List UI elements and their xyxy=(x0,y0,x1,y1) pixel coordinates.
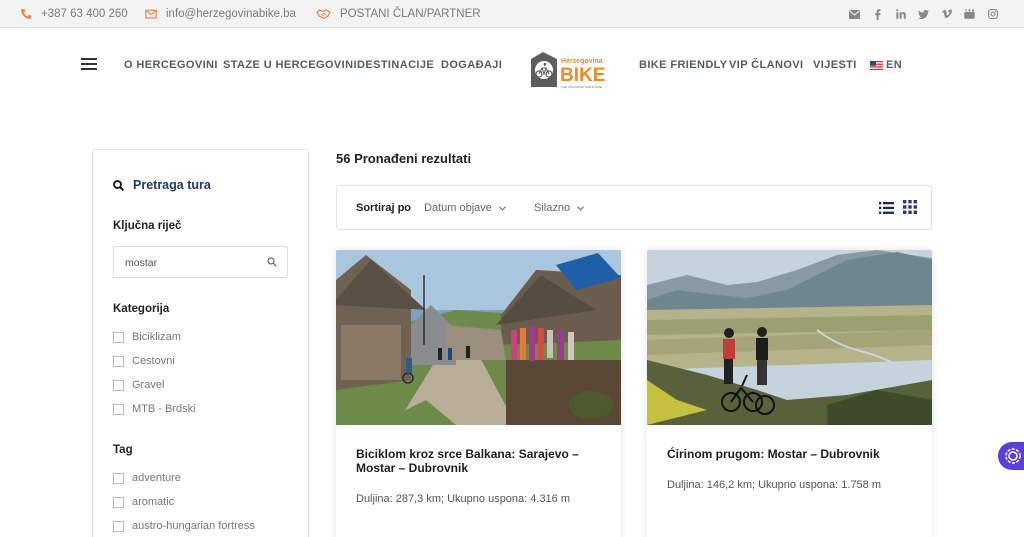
language-switch[interactable]: EN xyxy=(870,59,902,71)
nav-item-destinacije[interactable]: DESTINACIJE xyxy=(357,59,434,71)
logo-text-top: Herzegovina xyxy=(561,58,603,65)
checkbox[interactable] xyxy=(113,379,124,391)
keyword-label: Ključna riječ xyxy=(113,220,182,232)
sort-by-dropdown[interactable]: Datum objave xyxy=(424,202,506,214)
tag-label: Tag xyxy=(113,444,133,456)
linkedin-icon[interactable] xyxy=(889,8,912,20)
email-link[interactable]: info@herzegovinabike.ba xyxy=(145,8,296,20)
envelope-icon xyxy=(145,9,157,19)
checkbox-label: adventure xyxy=(132,472,181,484)
email-text: info@herzegovinabike.ba xyxy=(166,8,296,20)
category-checkbox-mtb[interactable]: MTB - Brdski xyxy=(113,403,196,415)
checkbox-label: Gravel xyxy=(132,379,165,391)
tour-title[interactable]: Ćirinom prugom: Mostar – Dubrovnik xyxy=(667,447,917,461)
nav-item-o-hercegovini[interactable]: O HERCEGOVINI xyxy=(124,59,218,71)
us-flag-icon xyxy=(870,60,883,70)
phone-icon xyxy=(21,9,31,19)
phone-text: +387 63 400 260 xyxy=(41,8,128,20)
checkbox-label: Cestovni xyxy=(132,355,175,367)
sort-bar: Sortiraj po Datum objave Silazno xyxy=(336,185,932,230)
checkbox[interactable] xyxy=(113,331,124,343)
main-nav: O HERCEGOVINI STAZE U HERCEGOVINI DESTIN… xyxy=(0,29,1024,101)
nav-item-dogadaji[interactable]: DOGAĐAJI xyxy=(441,59,502,71)
tag-checkbox-adventure[interactable]: adventure xyxy=(113,472,181,484)
sidebar-title: Pretraga tura xyxy=(113,178,211,192)
tour-stats: Duljina: 287,3 km; Ukupno uspona: 4.316 … xyxy=(356,493,571,505)
checkbox[interactable] xyxy=(113,496,124,508)
logo-tagline: THE UNFORGETTABLE RIDE xyxy=(561,85,602,89)
language-label: EN xyxy=(886,59,903,71)
checkbox-label: austro-hungarian fortress xyxy=(132,520,255,532)
handshake-icon xyxy=(316,9,331,20)
logo-text-main: BIKE xyxy=(560,65,605,86)
envelope-icon[interactable] xyxy=(843,8,866,20)
keyword-input-value: mostar xyxy=(125,257,158,269)
nav-item-vijesti[interactable]: VIJESTI xyxy=(813,59,857,71)
sidebar-title-text: Pretraga tura xyxy=(133,178,211,192)
hamburger-menu-icon[interactable] xyxy=(81,58,97,70)
instagram-icon[interactable] xyxy=(981,8,1004,20)
chevron-down-icon xyxy=(498,205,506,211)
tour-image-village[interactable] xyxy=(336,250,621,425)
tag-checkbox-aromatic[interactable]: aromatic xyxy=(113,496,174,508)
tour-card[interactable]: Biciklom kroz srce Balkana: Sarajevo – M… xyxy=(336,250,621,537)
category-label: Kategorija xyxy=(113,303,170,315)
sort-order-dropdown[interactable]: Silazno xyxy=(534,202,584,214)
vimeo-icon[interactable] xyxy=(935,8,958,20)
checkbox-label: MTB - Brdski xyxy=(132,403,196,415)
tag-checkbox-austro-hungarian[interactable]: austro-hungarian fortress xyxy=(113,520,255,532)
grid-view-icon[interactable] xyxy=(903,200,917,214)
accessibility-button[interactable] xyxy=(998,442,1024,470)
partner-text: POSTANI ČLAN/PARTNER xyxy=(340,8,481,20)
tour-image-valley[interactable] xyxy=(647,250,932,425)
search-icon xyxy=(113,179,124,191)
checkbox[interactable] xyxy=(113,403,124,415)
category-checkbox-cestovni[interactable]: Cestovni xyxy=(113,355,175,367)
sort-order-value: Silazno xyxy=(534,202,571,214)
social-links xyxy=(843,8,1004,20)
nav-item-bike-friendly[interactable]: BIKE FRIENDLY xyxy=(639,59,728,71)
tour-stats: Duljina: 146,2 km; Ukupno uspona: 1.758 … xyxy=(667,479,882,491)
results-count: 56 Pronađeni rezultati xyxy=(336,151,472,166)
search-sidebar: Pretraga tura Ključna riječ mostar Kateg… xyxy=(92,149,309,537)
checkbox-label: Biciklizam xyxy=(132,331,181,343)
tour-card[interactable]: Ćirinom prugom: Mostar – Dubrovnik Dulji… xyxy=(647,250,932,537)
youtube-icon[interactable] xyxy=(958,8,981,20)
chevron-down-icon xyxy=(577,205,584,211)
sort-label: Sortiraj po xyxy=(356,202,412,214)
herzegovina-bike-logo[interactable]: Herzegovina BIKE THE UNFORGETTABLE RIDE xyxy=(529,49,611,91)
facebook-icon[interactable] xyxy=(866,8,889,20)
nav-item-vip-clanovi[interactable]: VIP ČLANOVI xyxy=(729,59,804,71)
checkbox[interactable] xyxy=(113,472,124,484)
top-bar: +387 63 400 260 info@herzegovinabike.ba … xyxy=(0,0,1024,28)
category-checkbox-biciklizam[interactable]: Biciklizam xyxy=(113,331,181,343)
checkbox-label: aromatic xyxy=(132,496,175,508)
nav-item-staze[interactable]: STAZE U HERCEGOVINI xyxy=(223,59,357,71)
sort-by-value: Datum objave xyxy=(424,202,492,214)
checkbox[interactable] xyxy=(113,520,124,532)
checkbox[interactable] xyxy=(113,355,124,367)
partner-link[interactable]: POSTANI ČLAN/PARTNER xyxy=(316,8,481,20)
list-view-icon[interactable] xyxy=(879,201,894,215)
category-checkbox-gravel[interactable]: Gravel xyxy=(113,379,164,391)
phone-link[interactable]: +387 63 400 260 xyxy=(20,8,128,20)
twitter-icon[interactable] xyxy=(912,8,935,20)
search-icon[interactable] xyxy=(267,257,277,267)
tour-title[interactable]: Biciklom kroz srce Balkana: Sarajevo – M… xyxy=(356,447,606,475)
keyword-search-input[interactable]: mostar xyxy=(113,246,288,278)
gear-icon xyxy=(1005,448,1021,464)
